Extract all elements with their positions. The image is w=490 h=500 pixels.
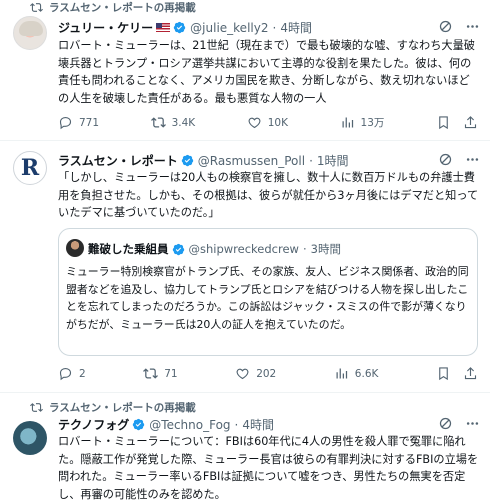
post-divider — [0, 140, 490, 141]
post-divider — [0, 392, 490, 393]
heart-icon — [236, 368, 249, 380]
bookmark-icon[interactable] — [436, 115, 451, 130]
post-menu-group — [438, 19, 480, 34]
repost-icon — [150, 117, 166, 128]
quoted-avatar — [66, 239, 84, 257]
repost-count: 3.4K — [171, 116, 196, 129]
more-options-icon[interactable] — [465, 416, 480, 431]
grok-icon[interactable] — [438, 19, 453, 34]
views-button[interactable]: 6.6K — [334, 366, 379, 381]
quoted-post-text: ミューラー特別検察官がトランプ氏、その家族、友人、ビジネス関係者、政治的同盟者な… — [66, 265, 469, 331]
verified-badge-icon — [133, 418, 145, 431]
view-count: 13万 — [360, 117, 385, 129]
repost-count: 71 — [164, 367, 178, 380]
verified-badge-icon — [172, 243, 184, 255]
repost-icon — [30, 3, 43, 12]
grok-icon[interactable] — [438, 416, 453, 431]
more-options-icon[interactable] — [465, 19, 480, 34]
repost-button[interactable]: 71 — [143, 366, 178, 381]
post-text: ロバート・ミューラーについて：FBIは60年代に4人の男性を殺人罪で冤罪に陥れた… — [58, 435, 479, 500]
separator-dot: · — [309, 153, 313, 168]
author-name[interactable]: ジュリー・ケリー — [58, 19, 153, 36]
author-handle[interactable]: @Rasmussen_Poll — [198, 154, 305, 168]
repost-label: ラスムセン・レポートの再掲載 — [49, 2, 196, 14]
post-time[interactable]: 4時間 — [280, 19, 312, 36]
share-icon[interactable] — [463, 115, 478, 130]
avatar[interactable]: R — [13, 151, 47, 185]
reply-icon — [59, 367, 72, 381]
post-text: 「しかし、ミューラーは20人もの検察官を擁し、数十人に数百万ドルもの弁護士費用を… — [58, 171, 479, 220]
post-time[interactable]: 4時間 — [242, 416, 274, 433]
verified-badge-icon — [173, 21, 186, 34]
repost-icon — [143, 368, 159, 379]
post-header: ラスムセン・レポート @Rasmussen_Poll · 1時間 — [58, 152, 349, 169]
separator-dot: · — [302, 242, 307, 256]
us-flag-icon — [156, 23, 171, 32]
more-options-icon[interactable] — [465, 152, 480, 167]
quoted-post-header: 難破した乗組員 @shipwreckedcrew · 3時間 — [88, 241, 341, 257]
view-count: 6.6K — [354, 367, 379, 380]
share-group — [436, 115, 478, 130]
grok-icon[interactable] — [438, 152, 453, 167]
author-name[interactable]: ラスムセン・レポート — [58, 152, 178, 169]
like-button[interactable]: 202 — [235, 366, 276, 381]
like-count: 202 — [256, 367, 277, 380]
quoted-author-handle: @shipwreckedcrew — [188, 242, 299, 256]
post-actions: 771 3.4K 10K 13万 — [58, 115, 478, 130]
heart-icon — [248, 117, 261, 129]
avatar[interactable] — [13, 16, 47, 50]
quoted-post-time: 3時間 — [310, 242, 341, 256]
post-actions: 2 71 202 6.6K — [58, 366, 478, 381]
repost-label: ラスムセン・レポートの再掲載 — [49, 402, 196, 414]
reply-count: 2 — [79, 367, 86, 380]
author-name[interactable]: テクノフォグ — [58, 416, 129, 433]
repost-indicator: ラスムセン・レポートの再掲載 — [30, 0, 196, 15]
post-time[interactable]: 1時間 — [317, 152, 349, 169]
reply-icon — [59, 116, 72, 130]
author-handle[interactable]: @julie_kelly2 — [190, 21, 268, 35]
verified-badge-icon — [181, 154, 193, 167]
separator-dot: · — [272, 20, 277, 35]
share-group — [436, 366, 478, 381]
post-text: ロバート・ミューラーは、21世紀（現在まで）で最も破壊的な嘘、すなわち大量破壊兵… — [58, 39, 475, 105]
repost-button[interactable]: 3.4K — [150, 115, 196, 130]
reply-button[interactable]: 771 — [58, 115, 99, 130]
post-header: ジュリー・ケリー @julie_kelly2 · 4時間 — [58, 19, 312, 36]
separator-dot: · — [234, 417, 239, 432]
views-button[interactable]: 13万 — [340, 115, 385, 130]
avatar[interactable] — [13, 421, 47, 455]
repost-icon — [30, 403, 43, 412]
like-count: 10K — [267, 116, 288, 129]
reply-count: 771 — [79, 116, 100, 129]
quoted-author-name: 難破した乗組員 — [88, 242, 169, 256]
views-icon — [342, 117, 353, 128]
author-handle[interactable]: @Techno_Fog — [149, 418, 230, 432]
post-header: テクノフォグ @Techno_Fog · 4時間 — [58, 416, 274, 433]
share-icon[interactable] — [463, 366, 478, 381]
repost-indicator: ラスムセン・レポートの再掲載 — [30, 400, 196, 415]
reply-button[interactable]: 2 — [58, 366, 86, 381]
bookmark-icon[interactable] — [436, 366, 451, 381]
like-button[interactable]: 10K — [247, 115, 288, 130]
views-icon — [336, 368, 347, 379]
post-menu-group — [438, 416, 480, 431]
post-menu-group — [438, 152, 480, 167]
